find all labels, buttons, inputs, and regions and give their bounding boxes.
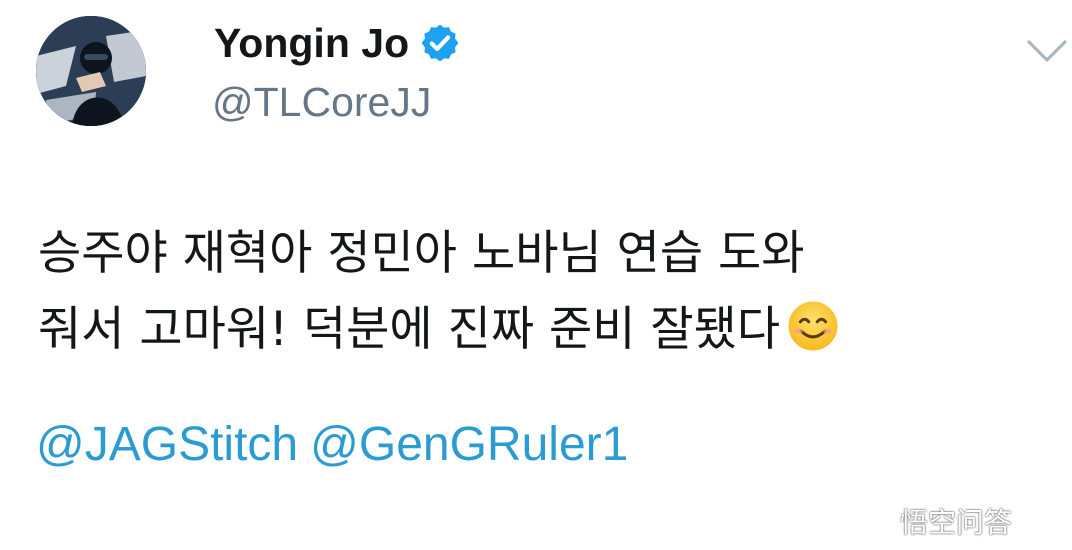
mention-link-gengruler1[interactable]: @GenGRuler1	[310, 418, 628, 471]
display-name-row[interactable]: Yongin Jo	[214, 19, 461, 67]
display-name[interactable]: Yongin Jo	[214, 19, 409, 67]
chevron-down-icon[interactable]	[1026, 36, 1068, 66]
tweet-text: 승주야 재혁아 정민아 노바님 연습 도와 줘서 고마워! 덕분에 진짜 준비 …	[38, 216, 1058, 368]
verified-badge-icon	[421, 24, 459, 62]
smiling-face-emoji-icon	[788, 301, 838, 351]
watermark: 悟空问答	[854, 506, 1012, 540]
user-handle[interactable]: @TLCoreJJ	[212, 78, 431, 126]
tweet-text-line: 줘서 고마워! 덕분에 진짜 준비 잘됐다	[38, 302, 781, 357]
profile-avatar[interactable]	[36, 16, 146, 126]
tweet-text-line: 승주야 재혁아 정민아 노바님 연습 도와	[38, 226, 805, 281]
tweet-mentions: @JAGStitch @GenGRuler1	[36, 416, 640, 474]
wukong-logo-icon	[855, 515, 893, 533]
mention-link-jagstitch[interactable]: @JAGStitch	[36, 418, 298, 471]
watermark-text: 悟空问答	[900, 506, 1013, 539]
tweet-text-line-2: 줘서 고마워! 덕분에 진짜 준비 잘됐다	[38, 292, 1058, 368]
avatar-photo-icon	[36, 16, 146, 126]
